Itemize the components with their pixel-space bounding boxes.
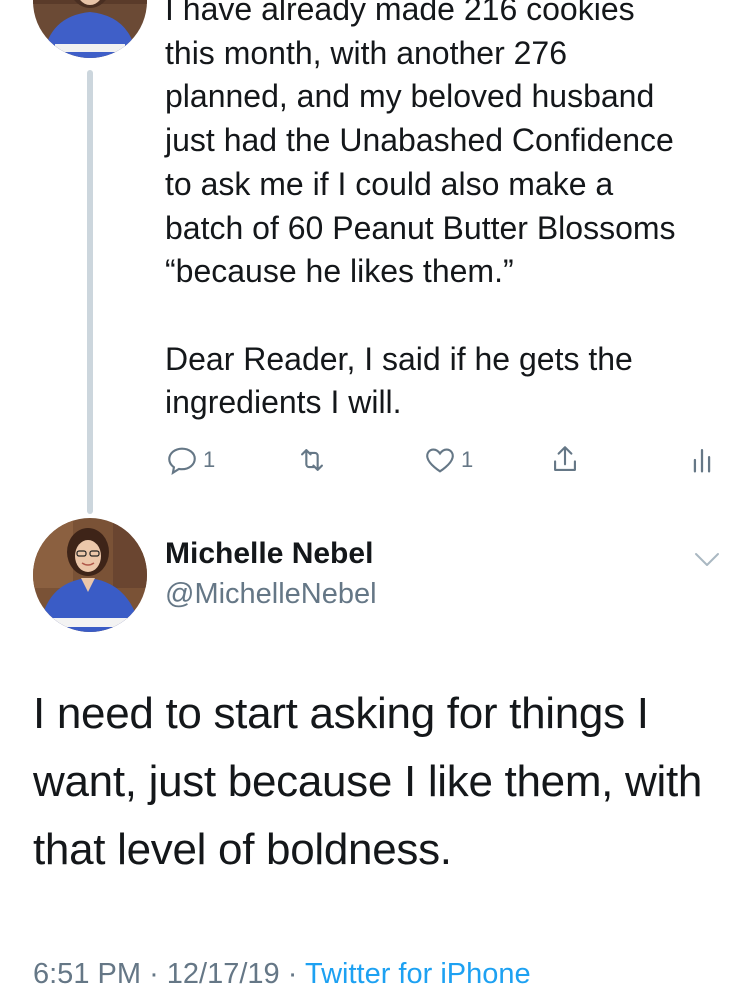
thread-connector-line — [87, 70, 93, 514]
tweet-time: 6:51 PM — [33, 958, 141, 990]
like-button[interactable]: 1 — [423, 440, 473, 480]
share-icon — [554, 446, 576, 471]
tweet-text: I need to start asking for things I want… — [33, 689, 703, 874]
parent-tweet-text: I have already made 216 cookies this mon… — [165, 0, 676, 421]
tweet-action-bar: 1 1 — [165, 440, 725, 480]
author-handle[interactable]: @MichelleNebel — [165, 574, 377, 614]
reply-button[interactable]: 1 — [165, 440, 215, 480]
author-name[interactable]: Michelle Nebel — [165, 534, 377, 574]
retweet-button[interactable] — [295, 440, 329, 480]
share-button[interactable] — [548, 440, 582, 480]
reply-count: 1 — [203, 447, 216, 472]
avatar[interactable] — [33, 518, 147, 632]
tweet-menu-button[interactable] — [690, 545, 724, 575]
tweet-date: 12/17/19 — [166, 958, 280, 990]
like-count: 1 — [461, 447, 474, 472]
avatar-image — [33, 518, 147, 632]
analytics-button[interactable] — [685, 440, 719, 480]
heart-icon — [426, 448, 454, 473]
chevron-down-icon — [695, 553, 719, 566]
avatar[interactable] — [33, 0, 147, 58]
tweet-metadata: 6:51 PM · 12/17/19 · Twitter for iPhone — [33, 952, 531, 996]
meta-separator: · — [287, 958, 298, 990]
meta-separator: · — [149, 958, 159, 990]
avatar-image — [33, 0, 147, 58]
tweet-author[interactable]: Michelle Nebel @MichelleNebel — [165, 534, 377, 614]
reply-icon — [168, 447, 196, 475]
tweet-source-link[interactable]: Twitter for iPhone — [305, 958, 531, 990]
retweet-icon — [301, 449, 323, 471]
tweet-thread-view: I have already made 216 cookies this mon… — [0, 0, 750, 1003]
analytics-icon — [693, 448, 711, 473]
